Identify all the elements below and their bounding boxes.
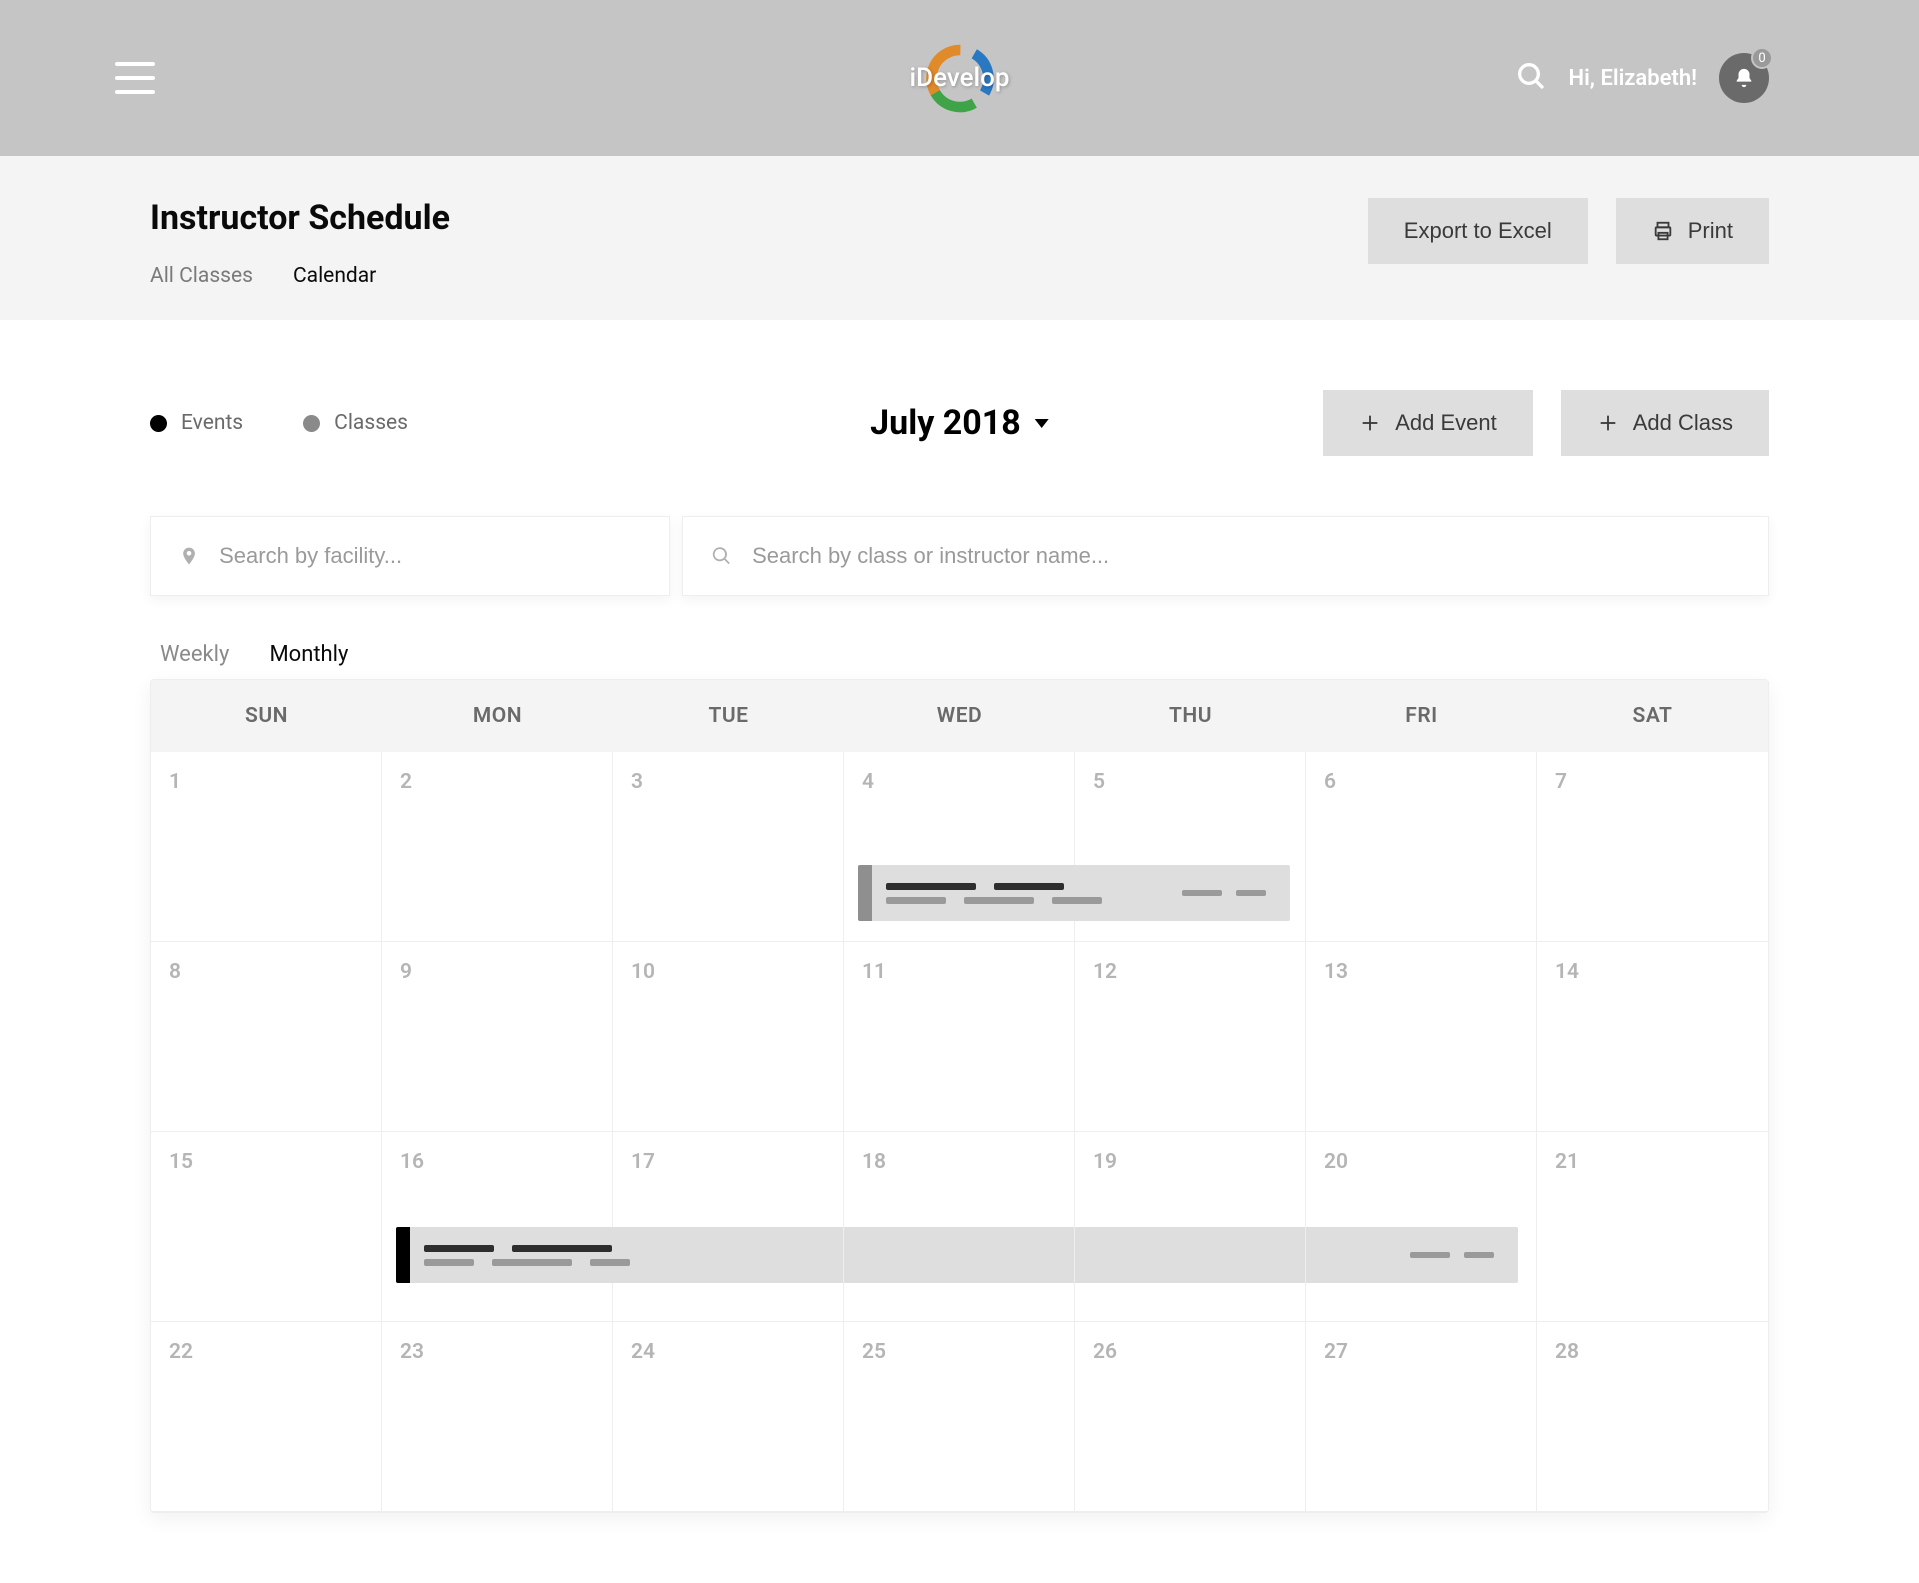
- legend: Events Classes: [150, 411, 408, 435]
- calendar-header-row: SUN MON TUE WED THU FRI SAT: [151, 680, 1768, 752]
- calendar-cell[interactable]: 25: [844, 1322, 1075, 1512]
- calendar-cell[interactable]: 2: [382, 752, 613, 942]
- calendar-cell[interactable]: 21: [1537, 1132, 1768, 1322]
- search-icon[interactable]: [1515, 60, 1547, 96]
- brand-name: iDevelop: [909, 63, 1009, 93]
- facility-search-input[interactable]: [219, 543, 641, 569]
- calendar-cell[interactable]: 1: [151, 752, 382, 942]
- calendar-cell[interactable]: 6: [1306, 752, 1537, 942]
- calendar-cell[interactable]: 13: [1306, 942, 1537, 1132]
- print-button[interactable]: Print: [1616, 198, 1769, 264]
- search-icon: [711, 545, 732, 567]
- calendar-cell[interactable]: 26: [1075, 1322, 1306, 1512]
- view-tab-weekly[interactable]: Weekly: [160, 642, 229, 667]
- calendar-cell[interactable]: 12: [1075, 942, 1306, 1132]
- name-search[interactable]: [682, 516, 1769, 596]
- weekday-label: WED: [844, 680, 1075, 752]
- page-subheader: Instructor Schedule All Classes Calendar…: [0, 156, 1919, 320]
- export-button[interactable]: Export to Excel: [1368, 198, 1588, 264]
- weekday-label: FRI: [1306, 680, 1537, 752]
- hamburger-menu-icon[interactable]: [115, 62, 155, 94]
- calendar-cell[interactable]: 24: [613, 1322, 844, 1512]
- chevron-down-icon: [1035, 419, 1049, 428]
- name-search-input[interactable]: [752, 543, 1740, 569]
- calendar-cell[interactable]: 4: [844, 752, 1075, 942]
- calendar-cell[interactable]: 22: [151, 1322, 382, 1512]
- location-pin-icon: [179, 545, 199, 567]
- month-selector[interactable]: July 2018: [870, 403, 1049, 443]
- calendar-cell[interactable]: 9: [382, 942, 613, 1132]
- calendar-cell[interactable]: 7: [1537, 752, 1768, 942]
- notification-bell[interactable]: 0: [1719, 53, 1769, 103]
- subtab-all-classes[interactable]: All Classes: [150, 264, 253, 288]
- weekday-label: THU: [1075, 680, 1306, 752]
- calendar-cell[interactable]: 28: [1537, 1322, 1768, 1512]
- legend-events: Events: [150, 411, 243, 435]
- calendar-cell[interactable]: 23: [382, 1322, 613, 1512]
- weekday-label: MON: [382, 680, 613, 752]
- calendar-cell[interactable]: 10: [613, 942, 844, 1132]
- legend-classes: Classes: [303, 411, 408, 435]
- facility-search[interactable]: [150, 516, 670, 596]
- calendar-cell[interactable]: 20: [1306, 1132, 1537, 1322]
- main-content: Events Classes July 2018 Add Event Add C…: [0, 320, 1919, 1583]
- add-class-button[interactable]: Add Class: [1561, 390, 1769, 456]
- calendar-cell[interactable]: 14: [1537, 942, 1768, 1132]
- calendar-cell[interactable]: 15: [151, 1132, 382, 1322]
- calendar-grid: SUN MON TUE WED THU FRI SAT 123456789101…: [150, 679, 1769, 1513]
- app-header: iDevelop Hi, Elizabeth! 0: [0, 0, 1919, 156]
- subtab-calendar[interactable]: Calendar: [293, 264, 376, 288]
- dot-icon: [303, 415, 320, 432]
- calendar-cell[interactable]: 16: [382, 1132, 613, 1322]
- calendar-cell[interactable]: 17: [613, 1132, 844, 1322]
- weekday-label: SAT: [1537, 680, 1768, 752]
- calendar-cell[interactable]: 5: [1075, 752, 1306, 942]
- weekday-label: TUE: [613, 680, 844, 752]
- page-title: Instructor Schedule: [150, 198, 450, 238]
- dot-icon: [150, 415, 167, 432]
- calendar-cell[interactable]: 8: [151, 942, 382, 1132]
- add-event-button[interactable]: Add Event: [1323, 390, 1533, 456]
- weekday-label: SUN: [151, 680, 382, 752]
- calendar-cell[interactable]: 19: [1075, 1132, 1306, 1322]
- notification-badge: 0: [1751, 47, 1773, 69]
- calendar-cell[interactable]: 11: [844, 942, 1075, 1132]
- greeting-text: Hi, Elizabeth!: [1569, 66, 1697, 91]
- calendar-cell[interactable]: 3: [613, 752, 844, 942]
- calendar-cell[interactable]: 27: [1306, 1322, 1537, 1512]
- view-tab-monthly[interactable]: Monthly: [269, 642, 348, 667]
- brand-logo[interactable]: iDevelop: [922, 41, 997, 116]
- calendar-cell[interactable]: 18: [844, 1132, 1075, 1322]
